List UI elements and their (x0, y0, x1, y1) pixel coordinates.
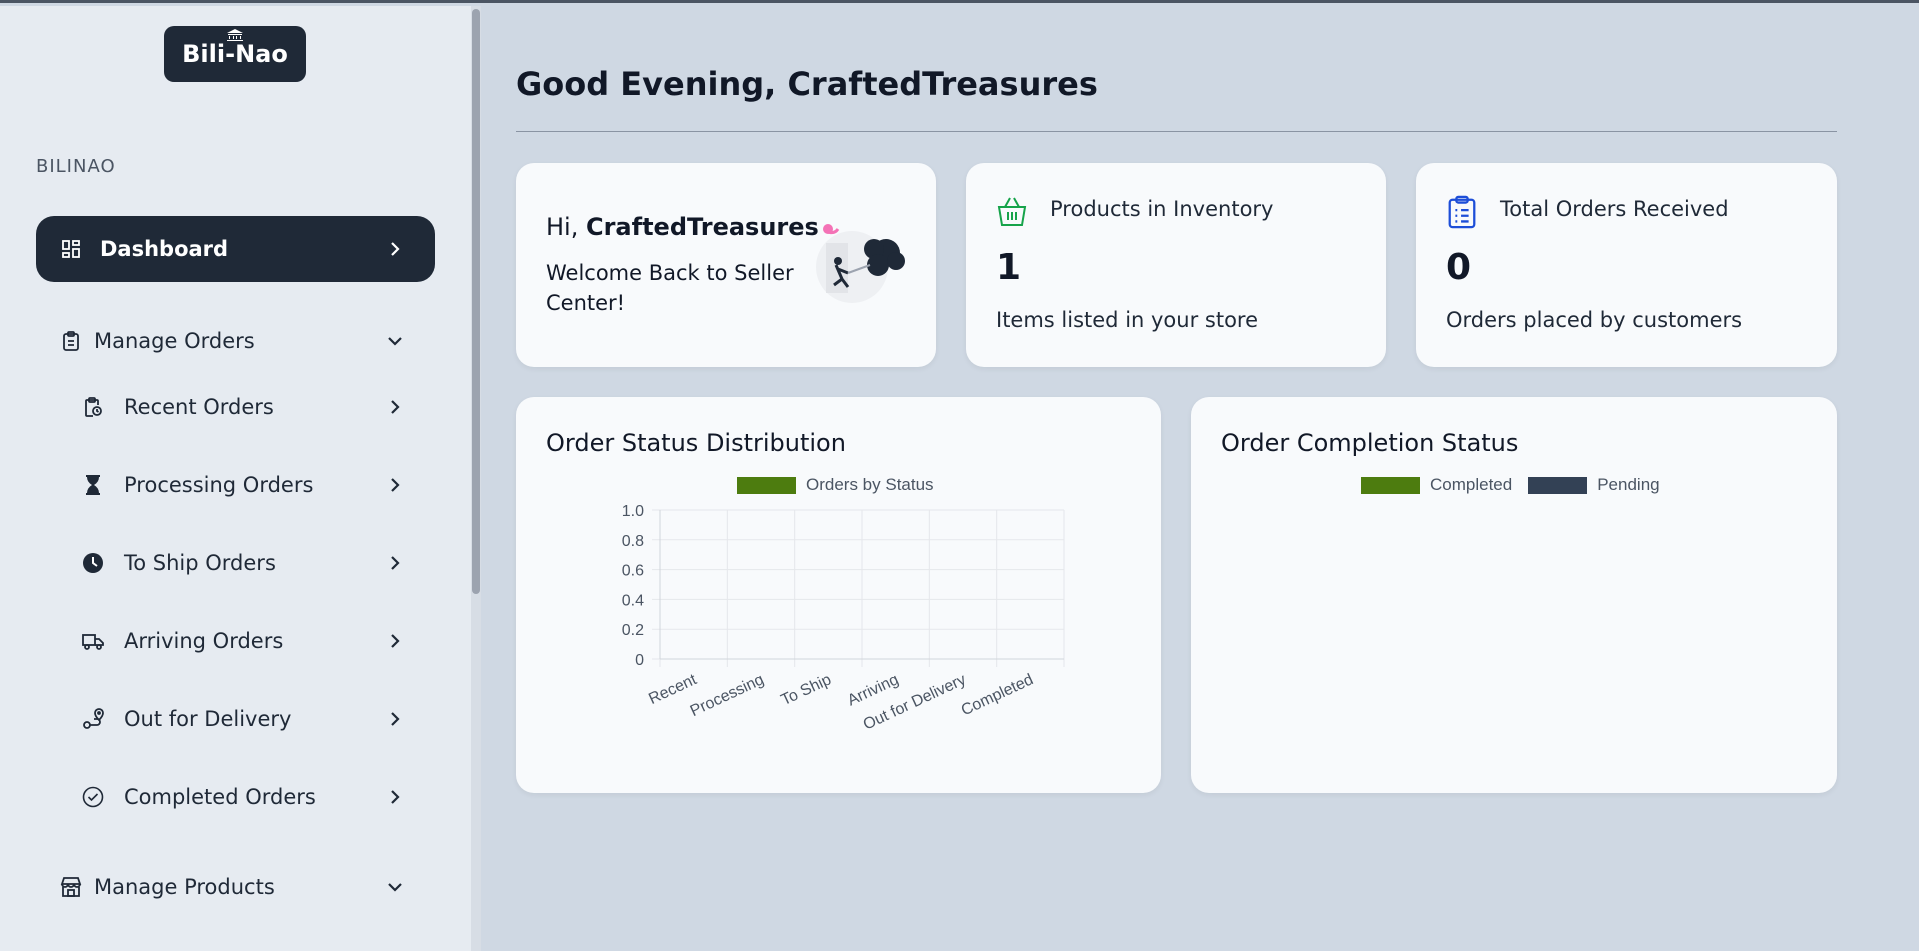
inventory-title: Products in Inventory (1050, 197, 1274, 221)
greeting-prefix: Good Evening, (516, 65, 777, 103)
order-status-chart-card: Order Status Distribution Orders by Stat… (516, 397, 1161, 793)
sidebar-item-label: Completed Orders (124, 785, 316, 809)
bar-chart: 1.00.80.60.40.20RecentProcessing To Ship A… (622, 503, 1065, 734)
clipboard-list-icon (1448, 195, 1476, 229)
route-icon (82, 708, 104, 730)
sidebar-item-processing-orders[interactable]: Processing Orders (36, 452, 435, 518)
chevron-right-icon (385, 787, 405, 807)
sidebar-item-out-for-delivery[interactable]: Out for Delivery (36, 686, 435, 752)
y-tick-label: 0.8 (622, 533, 644, 550)
welcome-card: Hi, CraftedTreasures Welcome Back to Sel… (516, 163, 936, 367)
legend-label-pending[interactable]: Pending (1597, 475, 1659, 495)
chart-legend: Completed Pending (1361, 475, 1660, 495)
inventory-value: 1 (996, 247, 1022, 288)
greeting-username: CraftedTreasures (787, 65, 1098, 103)
orders-value: 0 (1446, 247, 1472, 288)
y-tick-label: 0.6 (622, 563, 644, 580)
welcome-username: CraftedTreasures (585, 213, 819, 241)
legend-swatch-pending (1528, 476, 1588, 494)
sidebar-item-label: Out for Delivery (124, 707, 292, 731)
header-divider (516, 131, 1837, 132)
chevron-right-icon (385, 709, 405, 729)
y-tick-label: 0 (635, 652, 644, 669)
welcome-greeting: Hi, CraftedTreasures (546, 213, 819, 241)
grid-icon (60, 238, 82, 260)
chevron-down-icon (385, 877, 405, 897)
sidebar-item-manage-products[interactable]: Manage Products (36, 854, 435, 920)
truck-icon (82, 630, 104, 652)
hourglass-icon (82, 474, 104, 496)
sidebar-scrollbar-thumb[interactable] (472, 9, 480, 594)
sidebar-item-label: Dashboard (100, 237, 229, 261)
clipboard-list-icon (60, 330, 82, 352)
chevron-right-icon (385, 631, 405, 651)
x-tick-label: To Ship (778, 671, 834, 709)
orders-card: Total Orders Received 0 Orders placed by… (1416, 163, 1837, 367)
legend-swatch-completed (1361, 476, 1420, 494)
welcome-hi: Hi, (546, 213, 579, 241)
chevron-down-icon (385, 331, 405, 351)
chevron-right-icon (385, 239, 405, 259)
sidebar-item-label: Manage Products (94, 875, 275, 899)
page-greeting: Good Evening, CraftedTreasures (516, 65, 1098, 103)
y-tick-label: 0.2 (622, 622, 644, 639)
x-tick-label: Processing (688, 671, 767, 720)
sidebar-item-to-ship-orders[interactable]: To Ship Orders (36, 530, 435, 596)
section-label: BILINAO (36, 156, 116, 177)
chevron-right-icon (385, 553, 405, 573)
chevron-right-icon (385, 397, 405, 417)
x-tick-label: Completed (959, 671, 1036, 719)
sidebar: Bili-Nao BILINAO Dashboard Manage Orders… (0, 6, 471, 951)
y-tick-label: 1.0 (622, 503, 644, 520)
welcome-message: Welcome Back to Seller Center! (546, 261, 794, 315)
clipboard-clock-icon (82, 396, 104, 418)
check-circle-icon (82, 786, 104, 808)
sidebar-item-label: To Ship Orders (124, 551, 276, 575)
sidebar-item-arriving-orders[interactable]: Arriving Orders (36, 608, 435, 674)
y-tick-label: 0.4 (622, 592, 644, 609)
order-completion-chart-card: Order Completion Status Completed Pendin… (1191, 397, 1837, 793)
chevron-right-icon (385, 475, 405, 495)
inventory-card: Products in Inventory 1 Items listed in … (966, 163, 1386, 367)
sidebar-item-manage-orders[interactable]: Manage Orders (36, 308, 435, 374)
welcome-illustration (816, 224, 905, 303)
clock-icon (82, 552, 104, 574)
orders-title: Total Orders Received (1500, 197, 1729, 221)
orders-desc: Orders placed by customers (1446, 308, 1743, 332)
logo-text: Bili-Nao (182, 40, 288, 68)
logo[interactable]: Bili-Nao (164, 26, 306, 82)
sidebar-item-label: Manage Orders (94, 329, 255, 353)
sidebar-item-label: Processing Orders (124, 473, 314, 497)
sidebar-item-completed-orders[interactable]: Completed Orders (36, 764, 435, 830)
store-icon (60, 876, 82, 898)
sidebar-item-dashboard[interactable]: Dashboard (36, 216, 435, 282)
sidebar-item-label: Recent Orders (124, 395, 274, 419)
basket-icon (997, 197, 1027, 226)
legend-label-completed[interactable]: Completed (1430, 475, 1512, 495)
sidebar-item-recent-orders[interactable]: Recent Orders (36, 374, 435, 440)
inventory-desc: Items listed in your store (996, 308, 1259, 332)
sidebar-item-label: Arriving Orders (124, 629, 284, 653)
bank-icon (227, 29, 243, 41)
chart-title: Order Completion Status (1221, 429, 1519, 457)
